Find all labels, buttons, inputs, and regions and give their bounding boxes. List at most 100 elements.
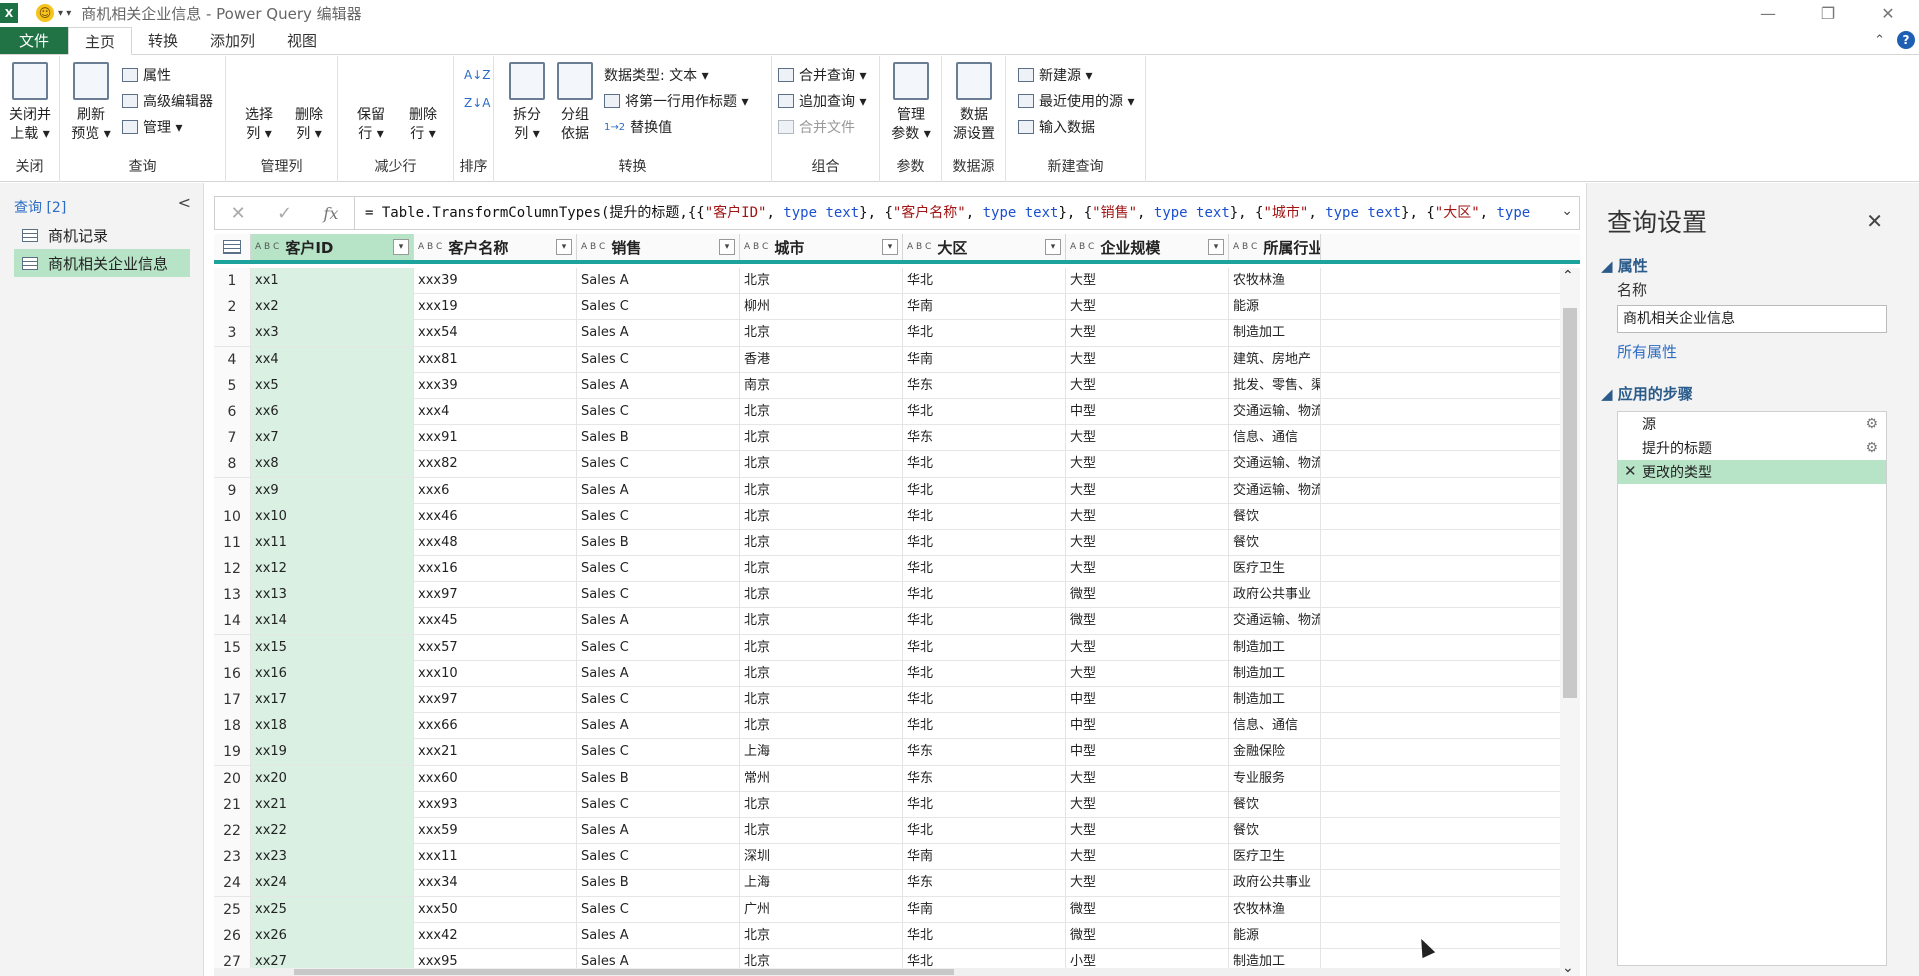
table-cell[interactable]: xx18 (251, 713, 414, 740)
table-row[interactable]: 6 xx6 xxx4 Sales C 北京 华北 中型 交通运输、物流 (214, 398, 1580, 426)
table-cell[interactable]: 华北 (903, 922, 1066, 949)
table-cell[interactable]: 制造加工 (1229, 634, 1321, 661)
table-cell[interactable]: xxx46 (414, 503, 577, 530)
table-row[interactable]: 13 xx13 xxx97 Sales C 北京 华北 微型 政府公共事业 (214, 582, 1580, 609)
text-type-icon[interactable]: A B C (418, 242, 442, 252)
table-cell[interactable]: 华东 (903, 739, 1066, 766)
table-cell[interactable]: 柳州 (740, 294, 903, 321)
table-cell[interactable]: 大型 (1066, 791, 1229, 818)
table-cell[interactable]: 医疗卫生 (1229, 556, 1321, 583)
table-row[interactable]: 12 xx12 xxx16 Sales C 北京 华北 大型 医疗卫生 (214, 556, 1580, 583)
collapse-pane-icon[interactable]: < (178, 193, 191, 212)
table-cell[interactable]: 北京 (740, 817, 903, 844)
table-cell[interactable]: 华北 (903, 582, 1066, 609)
table-cell[interactable]: Sales B (577, 765, 740, 792)
table-cell[interactable]: xx22 (251, 817, 414, 844)
table-cell[interactable]: 华北 (903, 477, 1066, 504)
table-cell[interactable]: 政府公共事业 (1229, 870, 1321, 897)
table-cell[interactable]: 华北 (903, 268, 1066, 294)
table-cell[interactable]: xxx48 (414, 529, 577, 556)
row-number[interactable]: 9 (214, 477, 251, 504)
tab-transform[interactable]: 转换 (132, 27, 194, 54)
table-cell[interactable]: 大型 (1066, 870, 1229, 897)
text-type-icon[interactable]: A B C (744, 242, 768, 252)
table-row[interactable]: 18 xx18 xxx66 Sales A 北京 华北 中型 信息、通信 (214, 713, 1580, 740)
table-cell[interactable]: xxx59 (414, 817, 577, 844)
properties-button[interactable]: 属性 (122, 64, 171, 86)
fx-icon[interactable]: fx (323, 204, 338, 223)
table-cell[interactable]: Sales A (577, 922, 740, 949)
text-type-icon[interactable]: A B C (1070, 242, 1094, 252)
table-cell[interactable]: 制造加工 (1229, 320, 1321, 347)
table-cell[interactable]: 北京 (740, 608, 903, 635)
table-cell[interactable]: xx8 (251, 451, 414, 478)
advanced-editor-button[interactable]: 高级编辑器 (122, 90, 213, 112)
table-cell[interactable]: xx15 (251, 634, 414, 661)
manage-button[interactable]: 管理 ▾ (122, 116, 182, 138)
table-cell[interactable]: Sales A (577, 608, 740, 635)
table-cell[interactable]: xx19 (251, 739, 414, 766)
table-cell[interactable]: Sales C (577, 739, 740, 766)
table-cell[interactable]: 大型 (1066, 660, 1229, 687)
table-cell[interactable]: xxx81 (414, 346, 577, 373)
text-type-icon[interactable]: A B C (1233, 242, 1257, 252)
row-number[interactable]: 26 (214, 922, 251, 949)
table-cell[interactable]: xxx45 (414, 608, 577, 635)
table-cell[interactable]: 北京 (740, 451, 903, 478)
row-number[interactable]: 19 (214, 739, 251, 766)
table-cell[interactable]: 餐饮 (1229, 817, 1321, 844)
table-row[interactable]: 5xx5xxx39Sales A南京华东大型批发、零售、渠道 (214, 372, 1580, 399)
table-row[interactable]: 21 xx21 xxx93 Sales C 北京 华北 大型 餐饮 (214, 791, 1580, 818)
table-cell[interactable]: 华北 (903, 556, 1066, 583)
table-cell[interactable]: 大型 (1066, 372, 1229, 399)
table-cell[interactable]: 微型 (1066, 922, 1229, 949)
expand-formula-icon[interactable]: ⌄ (1561, 203, 1573, 219)
row-number[interactable]: 12 (214, 556, 251, 583)
table-cell[interactable]: xxx6 (414, 477, 577, 504)
table-cell[interactable]: xxx21 (414, 739, 577, 766)
table-cell[interactable]: 中型 (1066, 398, 1229, 425)
row-number[interactable]: 18 (214, 713, 251, 740)
quick-access-dropdown-icon[interactable]: ▾ ▾ (58, 8, 71, 19)
table-cell[interactable]: xxx16 (414, 556, 577, 583)
table-cell[interactable]: 华北 (903, 320, 1066, 347)
table-cell[interactable]: 华南 (903, 844, 1066, 871)
table-cell[interactable]: 能源 (1229, 922, 1321, 949)
table-cell[interactable]: xx25 (251, 896, 414, 923)
table-cell[interactable]: 上海 (740, 739, 903, 766)
row-number[interactable]: 4 (214, 346, 251, 373)
table-cell[interactable]: 广州 (740, 896, 903, 923)
table-cell[interactable]: 大型 (1066, 634, 1229, 661)
filter-dropdown-icon[interactable]: ▾ (393, 239, 409, 255)
table-cell[interactable]: 餐饮 (1229, 529, 1321, 556)
append-queries-button[interactable]: 追加查询 ▾ (778, 90, 866, 112)
table-cell[interactable]: 北京 (740, 477, 903, 504)
column-header-0[interactable]: A B C 客户ID ▾ (251, 234, 414, 260)
scroll-up-icon[interactable]: ⌃ (1562, 268, 1574, 284)
table-cell[interactable]: 北京 (740, 425, 903, 452)
table-row[interactable]: 25 xx25 xxx50 Sales C 广州 华南 微型 农牧林渔 (214, 896, 1580, 923)
table-cell[interactable]: xx5 (251, 372, 414, 399)
table-cell[interactable]: 中型 (1066, 713, 1229, 740)
close-and-load-button[interactable]: 关闭并 上载 ▾ (5, 62, 55, 144)
close-window-button[interactable]: ✕ (1860, 0, 1916, 26)
formula-input[interactable]: = Table.TransformColumnTypes(提升的标题,{{"客户… (365, 197, 1549, 229)
table-cell[interactable]: xx4 (251, 346, 414, 373)
table-cell[interactable]: 北京 (740, 582, 903, 609)
table-cell[interactable]: 大型 (1066, 294, 1229, 321)
help-icon[interactable]: ? (1897, 31, 1915, 49)
table-cell[interactable]: Sales A (577, 817, 740, 844)
column-header-6[interactable]: A B C 所属行业 (1229, 234, 1321, 260)
keep-rows-button[interactable]: 保留 行 ▾ (346, 62, 603, 334)
table-cell[interactable]: 大型 (1066, 268, 1229, 294)
table-cell[interactable]: xxx11 (414, 844, 577, 871)
step-promoted-headers[interactable]: 提升的标题 ⚙ (1618, 436, 1886, 460)
table-cell[interactable]: 北京 (740, 556, 903, 583)
table-row[interactable]: 14 xx14 xxx45 Sales A 北京 华北 微型 交通运输、物流 (214, 608, 1580, 635)
table-cell[interactable]: Sales A (577, 320, 740, 347)
table-row[interactable]: 15 xx15 xxx57 Sales C 北京 华北 大型 制造加工 (214, 634, 1580, 661)
table-cell[interactable]: 北京 (740, 687, 903, 713)
row-number[interactable]: 10 (214, 503, 251, 530)
row-number[interactable]: 3 (214, 320, 251, 347)
table-cell[interactable]: xxx97 (414, 582, 577, 609)
